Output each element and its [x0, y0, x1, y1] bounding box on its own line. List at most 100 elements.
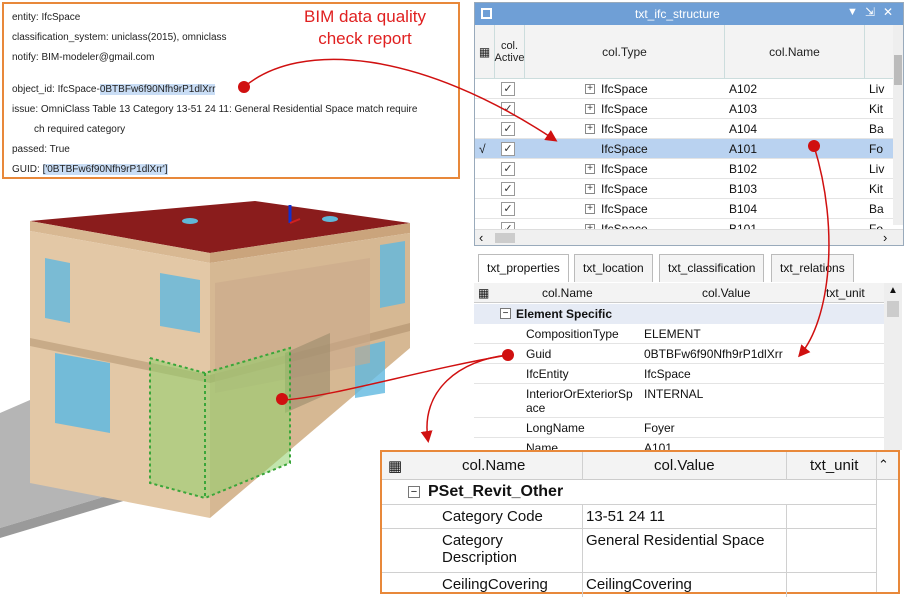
scroll-left-icon[interactable]: ‹ — [479, 230, 483, 245]
dropdown-icon[interactable]: ▼ — [847, 6, 858, 18]
vertical-scrollbar[interactable] — [893, 25, 903, 225]
group-pset-revit-other[interactable]: − PSet_Revit_Other — [382, 480, 876, 504]
scroll-right-icon[interactable]: › — [883, 230, 887, 245]
row-type: IfcSpace — [601, 142, 648, 156]
hscroll-thumb[interactable] — [495, 233, 515, 243]
row-extra: Ba — [869, 202, 884, 216]
pset-col-name[interactable]: col.Name — [462, 457, 525, 474]
report-issue-cont: ch required category — [34, 124, 126, 135]
table-row[interactable]: ✓ + IfcSpace A103 Kit — [475, 99, 895, 119]
pin-icon[interactable]: ⇲ — [865, 5, 875, 19]
prop-col-value[interactable]: col.Value — [702, 286, 750, 300]
row-extra: Kit — [869, 102, 884, 116]
prop-col-unit[interactable]: txt_unit — [826, 286, 865, 300]
row-type: IfcSpace — [601, 82, 648, 96]
property-value: IfcSpace — [644, 367, 691, 381]
active-checkbox[interactable]: ✓ — [501, 162, 515, 176]
col-active-header[interactable]: col. Active — [495, 25, 525, 79]
tab-properties[interactable]: txt_properties — [478, 254, 569, 282]
property-row[interactable]: IfcEntity IfcSpace — [474, 364, 884, 384]
scrollbar-thumb[interactable] — [894, 55, 902, 85]
property-name: LongName — [526, 421, 585, 435]
property-value: INTERNAL — [644, 387, 704, 401]
pset-value: 13-51 24 11 — [586, 508, 665, 525]
report-issue: issue: OmniClass Table 13 Category 13-51… — [12, 104, 418, 115]
pset-group-label: PSet_Revit_Other — [428, 483, 564, 500]
report-title: BIM data quality check report — [285, 6, 445, 50]
row-name: A102 — [729, 82, 758, 96]
table-row[interactable]: ✓ + IfcSpace B104 Ba — [475, 199, 895, 219]
property-name: CompositionType — [526, 327, 619, 341]
property-value: ELEMENT — [644, 327, 701, 341]
guid-value[interactable]: ['0BTBFw6f90Nfh9rP1dlXrr'] — [42, 164, 168, 175]
expand-icon[interactable]: + — [585, 204, 595, 214]
pset-scroll-up-icon[interactable]: ⌃ — [878, 457, 889, 473]
row-name: B102 — [729, 162, 758, 176]
horizontal-scrollbar[interactable]: ‹ › — [475, 229, 903, 245]
col-name-header[interactable]: col.Name — [725, 25, 865, 79]
pset-grid-icon: ▦ — [388, 458, 403, 475]
col-extra-header[interactable] — [865, 25, 895, 79]
row-extra: Liv — [869, 162, 885, 176]
object-id-value[interactable]: 0BTBFw6f90Nfh9rP1dlXrr — [99, 84, 216, 95]
table-row[interactable]: ✓ + IfcSpace B103 Kit — [475, 179, 895, 199]
property-row[interactable]: CompositionType ELEMENT — [474, 324, 884, 344]
collapse-icon[interactable]: − — [500, 308, 511, 319]
pset-col-value[interactable]: col.Value — [654, 457, 715, 474]
pset-row[interactable]: Category Code 13-51 24 11 — [382, 504, 876, 529]
row-type: IfcSpace — [601, 102, 648, 116]
active-checkbox[interactable]: ✓ — [501, 102, 515, 116]
expand-icon[interactable]: + — [585, 184, 595, 194]
row-header-icon: ▦ — [475, 25, 495, 79]
pset-row[interactable]: CeilingCovering CeilingCovering — [382, 572, 876, 597]
pset-col-unit[interactable]: txt_unit — [810, 457, 858, 474]
row-name: B104 — [729, 202, 758, 216]
active-checkbox[interactable]: ✓ — [501, 82, 515, 96]
property-row[interactable]: LongName Foyer — [474, 418, 884, 438]
pset-zoom-panel: ▦ col.Name col.Value txt_unit ⌃ − PSet_R… — [380, 450, 900, 597]
pset-collapse-icon[interactable]: − — [408, 486, 420, 498]
property-name: IfcEntity — [526, 367, 569, 381]
table-row[interactable]: ✓ + IfcSpace A102 Liv — [475, 79, 895, 99]
row-marker: √ — [479, 142, 486, 156]
expand-icon[interactable]: + — [585, 104, 595, 114]
property-value: 0BTBFw6f90Nfh9rP1dlXrr — [644, 347, 783, 361]
active-checkbox[interactable]: ✓ — [501, 142, 515, 156]
group-element-specific[interactable]: − Element Specific — [474, 304, 884, 324]
expand-icon[interactable]: + — [585, 164, 595, 174]
pset-name: Category Code — [442, 508, 543, 525]
scroll-up-icon[interactable]: ▲ — [888, 285, 898, 296]
row-extra: Ba — [869, 122, 884, 136]
window-icon — [481, 8, 492, 19]
table-row[interactable]: ✓ + IfcSpace B102 Liv — [475, 159, 895, 179]
row-name: A101 — [729, 142, 758, 156]
report-entity: entity: IfcSpace — [12, 12, 81, 23]
ifc-titlebar: txt_ifc_structure ▼ ⇲ ✕ — [475, 3, 903, 25]
property-row[interactable]: InteriorOrExteriorSp ace INTERNAL — [474, 384, 884, 418]
property-row[interactable]: Guid 0BTBFw6f90Nfh9rP1dlXrr — [474, 344, 884, 364]
pset-row[interactable]: Category Description General Residential S… — [382, 528, 876, 573]
properties-scrollbar[interactable]: ▲ — [884, 283, 902, 450]
close-icon[interactable]: ✕ — [883, 5, 893, 19]
table-row[interactable]: √ ✓ IfcSpace A101 Fo — [475, 139, 895, 159]
expand-icon[interactable]: + — [585, 124, 595, 134]
prop-col-name[interactable]: col.Name — [542, 286, 593, 300]
active-checkbox[interactable]: ✓ — [501, 122, 515, 136]
row-name: A104 — [729, 122, 758, 136]
expand-icon[interactable]: + — [585, 84, 595, 94]
grid-icon: ▦ — [478, 286, 490, 300]
active-checkbox[interactable]: ✓ — [501, 182, 515, 196]
tab-location[interactable]: txt_location — [574, 254, 653, 282]
tab-classification[interactable]: txt_classification — [659, 254, 765, 282]
col-type-header[interactable]: col.Type — [525, 25, 725, 79]
properties-scroll-thumb[interactable] — [887, 301, 899, 317]
properties-panel: txt_properties txt_location txt_classifi… — [474, 250, 904, 458]
table-row[interactable]: ✓ + IfcSpace A104 Ba — [475, 119, 895, 139]
row-name: B103 — [729, 182, 758, 196]
report-passed: passed: True — [12, 144, 70, 155]
pset-value: General Residential Space — [586, 532, 765, 549]
active-checkbox[interactable]: ✓ — [501, 202, 515, 216]
row-name: A103 — [729, 102, 758, 116]
pset-name: Category Description — [442, 532, 518, 566]
tab-relations[interactable]: txt_relations — [771, 254, 854, 282]
